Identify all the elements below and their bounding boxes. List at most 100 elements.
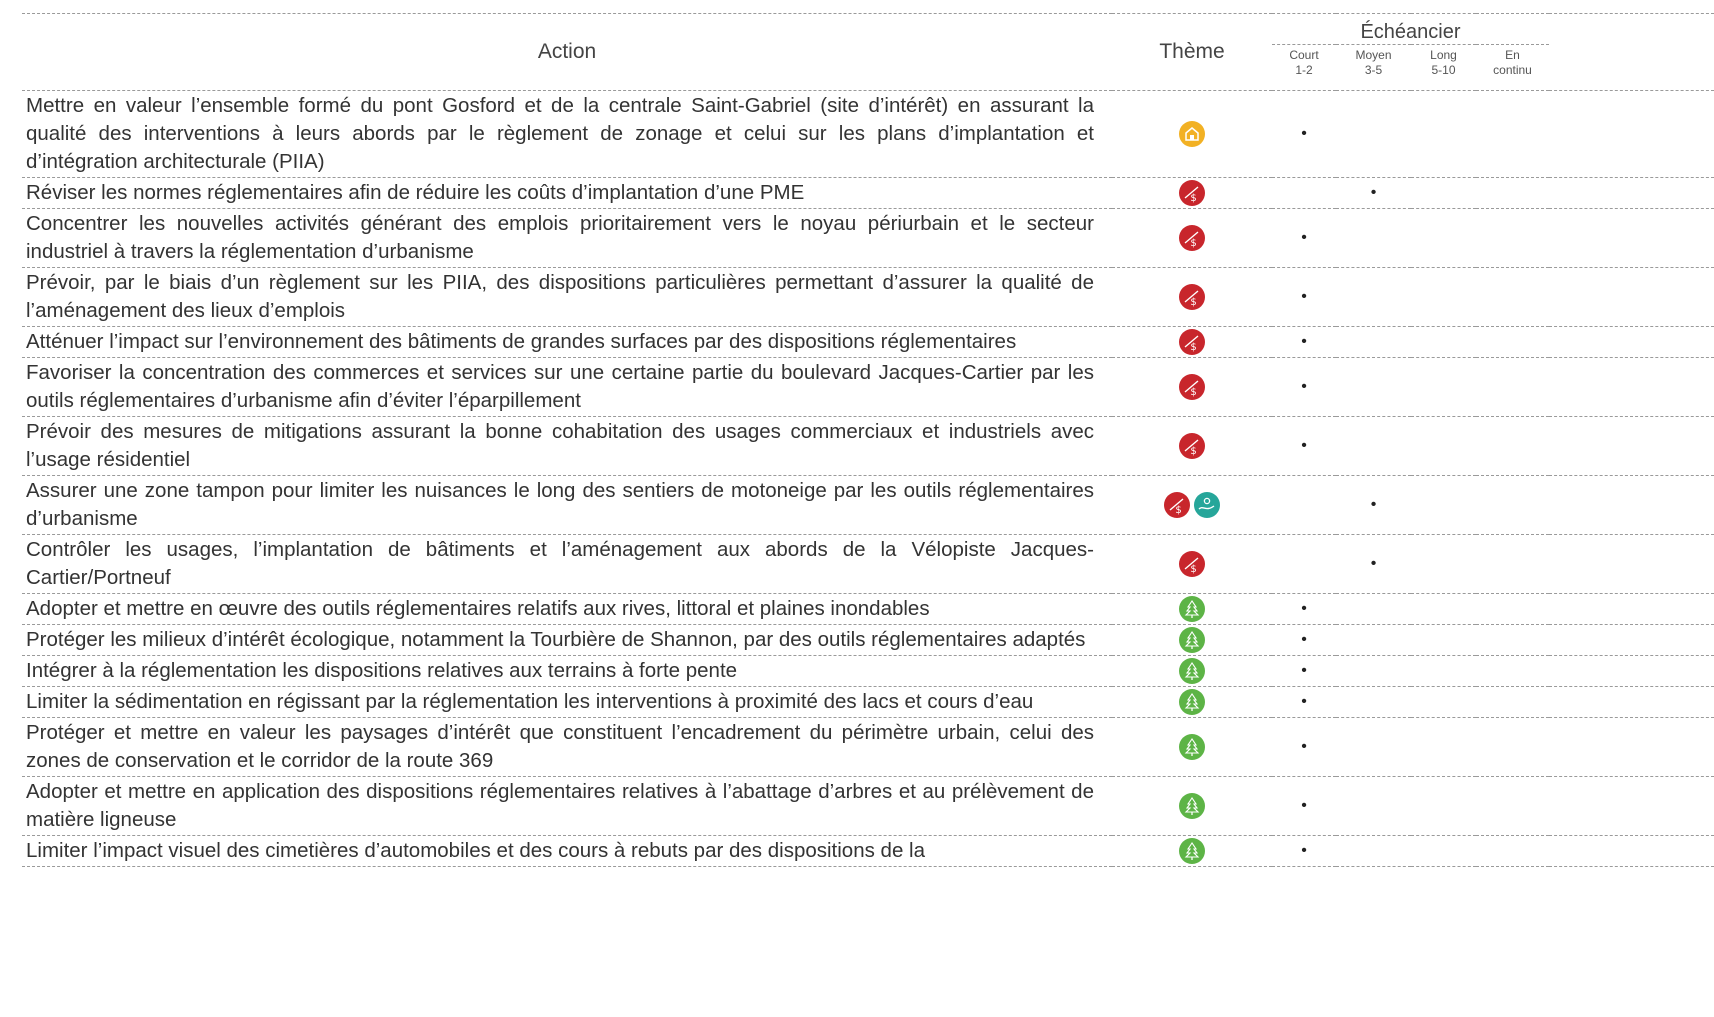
action-text: Mettre en valeur l’ensemble formé du pon…: [22, 90, 1112, 178]
table-row: Contrôler les usages, l’implantation de …: [22, 534, 1714, 594]
schedule-cell-moyen: [1336, 835, 1411, 867]
action-text: Protéger et mettre en valeur les paysage…: [22, 717, 1112, 777]
schedule-cell-long: [1411, 177, 1476, 209]
schedule-cell-continu: [1476, 593, 1549, 625]
schedule-cell-court: •: [1272, 326, 1336, 358]
schedule-cell-long: [1411, 593, 1476, 625]
table-margin: [1549, 13, 1714, 91]
row-margin: [1549, 326, 1714, 358]
svg-text:$: $: [1190, 446, 1196, 457]
schedule-mark: •: [1370, 496, 1377, 513]
table-body: Mettre en valeur l’ensemble formé du pon…: [22, 90, 1714, 867]
schedule-cell-long: [1411, 90, 1476, 178]
table-row: Atténuer l’impact sur l’environnement de…: [22, 326, 1714, 358]
schedule-cell-continu: [1476, 534, 1549, 594]
theme-cell: $: [1112, 208, 1272, 268]
table-row: Assurer une zone tampon pour limiter les…: [22, 475, 1714, 535]
schedule-cell-continu: [1476, 624, 1549, 656]
schedule-cell-court: [1272, 475, 1336, 535]
theme-cell: [1112, 717, 1272, 777]
schedule-cell-moyen: [1336, 593, 1411, 625]
column-header-continu: En continu: [1476, 44, 1549, 91]
svg-text:$: $: [1190, 342, 1196, 353]
schedule-mark: •: [1301, 437, 1307, 454]
schedule-cell-long: [1411, 686, 1476, 718]
schedule-cell-continu: [1476, 267, 1549, 327]
row-margin: [1549, 686, 1714, 718]
row-margin: [1549, 835, 1714, 867]
theme-cell: [1112, 624, 1272, 656]
table-row: Réviser les normes réglementaires afin d…: [22, 177, 1714, 209]
economy-icon: $: [1179, 374, 1205, 400]
page: { "header": { "action": "Action", "theme…: [0, 0, 1714, 1017]
schedule-cell-moyen: •: [1336, 475, 1411, 535]
row-margin: [1549, 177, 1714, 209]
schedule-cell-continu: [1476, 326, 1549, 358]
table-row: Intégrer à la réglementation les disposi…: [22, 655, 1714, 687]
table-row: Protéger les milieux d’intérêt écologiqu…: [22, 624, 1714, 656]
schedule-mark: •: [1301, 738, 1307, 755]
schedule-mark: •: [1301, 693, 1307, 710]
column-header-theme: Thème: [1112, 13, 1272, 91]
environment-icon: [1179, 689, 1205, 715]
table-row: Limiter la sédimentation en régissant pa…: [22, 686, 1714, 718]
schedule-cell-long: [1411, 717, 1476, 777]
environment-icon: [1179, 838, 1205, 864]
schedule-cell-court: •: [1272, 357, 1336, 417]
table-row: Adopter et mettre en œuvre des outils ré…: [22, 593, 1714, 625]
row-margin: [1549, 90, 1714, 178]
transport-icon: [1194, 492, 1220, 518]
schedule-mark: •: [1301, 333, 1307, 350]
schedule-mark: •: [1301, 662, 1307, 679]
long-label: Long: [1430, 48, 1457, 62]
table-row: Concentrer les nouvelles activités génér…: [22, 208, 1714, 268]
schedule-cell-court: •: [1272, 655, 1336, 687]
action-text: Prévoir, par le biais d’un règlement sur…: [22, 267, 1112, 327]
column-header-schedule: Échéancier: [1272, 13, 1549, 45]
environment-icon: [1179, 658, 1205, 684]
schedule-cell-court: •: [1272, 717, 1336, 777]
schedule-cell-court: •: [1272, 593, 1336, 625]
schedule-cell-continu: [1476, 655, 1549, 687]
schedule-cell-moyen: [1336, 717, 1411, 777]
schedule-cell-continu: [1476, 208, 1549, 268]
schedule-cell-long: [1411, 357, 1476, 417]
row-margin: [1549, 655, 1714, 687]
svg-text:$: $: [1190, 564, 1196, 575]
schedule-cell-court: •: [1272, 416, 1336, 476]
schedule-cell-moyen: [1336, 208, 1411, 268]
schedule-cell-moyen: [1336, 624, 1411, 656]
theme-cell: $: [1112, 534, 1272, 594]
long-range: 5-10: [1431, 63, 1456, 77]
schedule-cell-long: [1411, 534, 1476, 594]
action-text: Favoriser la concentration des commerces…: [22, 357, 1112, 417]
action-text: Intégrer à la réglementation les disposi…: [22, 655, 1112, 687]
economy-icon: $: [1179, 180, 1205, 206]
action-text: Limiter la sédimentation en régissant pa…: [22, 686, 1112, 718]
svg-text:$: $: [1175, 505, 1181, 516]
theme-cell: $: [1112, 475, 1272, 535]
schedule-cell-moyen: [1336, 686, 1411, 718]
court-range: 1-2: [1295, 63, 1313, 77]
economy-icon: $: [1179, 329, 1205, 355]
theme-cell: [1112, 776, 1272, 836]
column-header-moyen: Moyen 3-5: [1336, 44, 1411, 91]
svg-text:$: $: [1190, 193, 1196, 204]
action-text: Limiter l’impact visuel des cimetières d…: [22, 835, 1112, 867]
schedule-mark: •: [1301, 229, 1307, 246]
schedule-cell-continu: [1476, 177, 1549, 209]
row-margin: [1549, 475, 1714, 535]
schedule-cell-continu: [1476, 90, 1549, 178]
svg-text:$: $: [1190, 297, 1196, 308]
svg-text:$: $: [1190, 387, 1196, 398]
economy-icon: $: [1179, 551, 1205, 577]
schedule-cell-continu: [1476, 717, 1549, 777]
table-row: Adopter et mettre en application des dis…: [22, 776, 1714, 836]
row-margin: [1549, 357, 1714, 417]
schedule-cell-long: [1411, 326, 1476, 358]
schedule-cell-court: •: [1272, 90, 1336, 178]
schedule-cell-continu: [1476, 416, 1549, 476]
schedule-cell-moyen: [1336, 655, 1411, 687]
economy-icon: $: [1164, 492, 1190, 518]
row-margin: [1549, 267, 1714, 327]
